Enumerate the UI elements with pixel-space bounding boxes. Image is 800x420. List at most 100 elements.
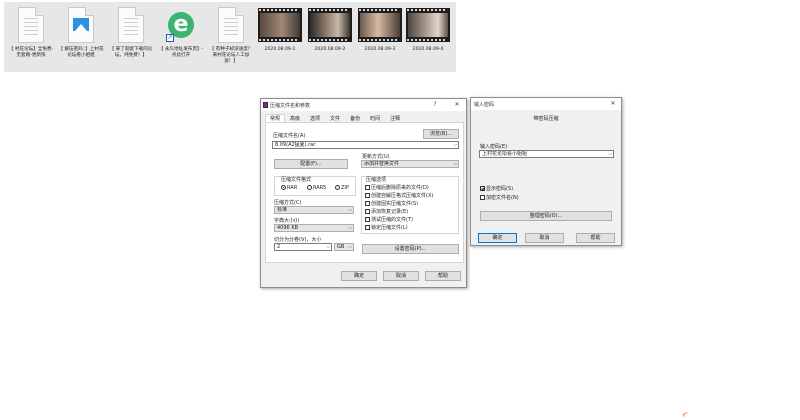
desktop-file-area: 【 村花论坛】全免费-无套路-更新快 【 解压密码：】上村花论坛看小姐姐 【 来… [4,2,456,72]
encrypt-filenames-checkbox[interactable]: 加密文件名(N) [480,194,519,201]
text-document-icon [115,6,147,44]
checkbox-box [365,201,370,206]
archive-dialog: 压缩文件名和参数 ? ✕ 常规 高级 选项 文件 备份 时间 注释 压缩文件名(… [260,98,467,288]
video-thumbnail-icon [258,6,302,44]
file-label: 【 有种子却没速度？来村花论坛人工加速！】 [209,47,253,64]
file-label: 【 来了就能下载的论坛，纯免费！】 [109,47,153,58]
file-label: 2020.08.09-3 [364,47,396,52]
profiles-button[interactable]: 配置(F)... [274,159,348,169]
file-item[interactable]: 【 来了就能下载的论坛，纯免费！】 [108,6,154,72]
password-dialog-titlebar[interactable]: 输入密码 ✕ [471,98,621,110]
chevron-down-icon: ⌵ [608,151,612,157]
checkbox-box [480,186,485,191]
text-document-icon [15,6,47,44]
file-label: 2020.08.09-2 [314,47,346,52]
update-mode-select[interactable]: 添加并替换文件 ⌵ [361,160,459,168]
radio-rar5-label: RAR5 [313,185,327,191]
archive-name-field[interactable]: 8.09(A2猛夏).rar ⌵ [272,141,459,149]
dict-size-value: 4096 KB [277,225,299,231]
split-unit-select[interactable]: GB ⌵ [334,243,354,251]
file-item[interactable]: 2020.08.09-4 [404,6,452,72]
option-test-files[interactable]: 测试压缩的文件(T) [365,216,413,223]
file-label: 【 村花论坛】全免费-无套路-更新快 [8,47,54,58]
radio-zip[interactable]: ZIP [335,185,349,191]
option-label: 锁定压缩文件(L) [371,225,408,231]
archive-options-label: 压缩选项 [366,177,387,183]
tray-mark-icon [682,412,689,417]
set-password-button[interactable]: 设置密码(P)... [362,244,459,254]
cancel-button[interactable]: 取消 [525,233,564,243]
radio-zip-label: ZIP [341,185,349,191]
file-item[interactable]: 2020.08.09-3 [356,6,404,72]
option-label: 压缩后删除原来的文件(D) [371,185,429,191]
archive-dialog-titlebar[interactable]: 压缩文件名和参数 ? ✕ [261,99,466,111]
radio-dot [307,185,312,190]
split-size-field[interactable]: 2 ⌵ [274,243,332,251]
split-unit-value: GB [337,244,345,250]
password-value: 上村花论坛看小姐姐 [482,151,528,157]
video-thumbnail-icon [308,6,352,44]
file-item[interactable]: 2020.08.09-1 [256,6,304,72]
file-item[interactable]: 【 村花论坛】全免费-无套路-更新快 [8,6,54,72]
chevron-down-icon: ⌵ [453,142,457,148]
chevron-down-icon: ⌵ [348,244,352,250]
checkbox-box [365,185,370,190]
file-label: 2020.08.09-4 [412,47,444,52]
method-select[interactable]: 标准 ⌵ [274,206,354,214]
ok-button[interactable]: 确定 [478,233,517,243]
password-field[interactable]: 上村花论坛看小姐姐 ⌵ [479,150,614,158]
browse-button[interactable]: 浏览(B)... [423,129,459,139]
dict-size-label: 字典大小(I) [274,218,300,224]
radio-rar5[interactable]: RAR5 [307,185,326,191]
checkbox-box [365,209,370,214]
method-value: 标准 [277,207,288,213]
checkbox-box [365,193,370,198]
ok-button[interactable]: 确定 [341,271,377,281]
file-label: 2020.08.09-1 [264,47,296,52]
update-mode-value: 添加并替换文件 [364,161,400,167]
video-thumbnail-icon [406,6,450,44]
checkbox-box [365,225,370,230]
archive-name-value: 8.09(A2猛夏).rar [275,142,316,148]
video-thumbnail-icon [358,6,402,44]
radio-rar[interactable]: RAR [281,185,297,191]
option-lock-archive[interactable]: 锁定压缩文件(L) [365,224,408,231]
chevron-down-icon: ⌵ [326,244,330,250]
chevron-down-icon: ⌵ [348,207,352,213]
cancel-button[interactable]: 取消 [383,271,419,281]
organize-passwords-button[interactable]: 整理密码(O)... [480,211,612,221]
dict-size-select[interactable]: 4096 KB ⌵ [274,224,354,232]
password-dialog: 输入密码 ✕ 带密码压缩 输入密码(E) 上村花论坛看小姐姐 ⌵ 显示密码(S)… [470,97,622,246]
help-button[interactable]: 帮助 [425,271,461,281]
file-item[interactable]: e ↗ 【 永久地址发布页】-点此打开 [158,6,204,72]
file-item[interactable]: 【 有种子却没速度？来村花论坛人工加速！】 [208,6,254,72]
file-label: 【 解压密码：】上村花论坛看小姐姐 [58,47,104,58]
chevron-down-icon: ⌵ [348,225,352,231]
radio-rar-label: RAR [287,185,298,191]
show-password-label: 显示密码(S) [486,186,514,192]
show-password-checkbox[interactable]: 显示密码(S) [480,185,513,192]
password-dialog-heading: 带密码压缩 [533,116,559,122]
help-button[interactable]: 帮助 [576,233,615,243]
option-solid[interactable]: 创建固实压缩文件(S) [365,200,418,207]
password-dialog-title: 输入密码 [474,102,495,108]
split-volume-label: 切分为分卷(V)，大小 [274,237,322,243]
file-label: 【 永久地址发布页】-点此打开 [158,47,204,58]
option-recovery-record[interactable]: 添加恢复记录(E) [365,208,408,215]
file-item[interactable]: 【 解压密码：】上村花论坛看小姐姐 [58,6,104,72]
close-icon[interactable]: ✕ [608,99,618,109]
option-label: 创建固实压缩文件(S) [371,201,419,207]
option-label: 测试压缩的文件(T) [371,217,413,223]
close-icon[interactable]: ✕ [452,100,462,110]
update-mode-label: 更新方式(U) [362,154,390,160]
option-create-sfx[interactable]: 创建自解压格式压缩文件(X) [365,192,433,199]
general-panel: 压缩文件名(A) 浏览(B)... 8.09(A2猛夏).rar ⌵ 配置(F)… [265,122,464,263]
option-delete-after[interactable]: 压缩后删除原来的文件(D) [365,184,429,191]
winrar-icon [263,102,268,108]
checkbox-box [365,217,370,222]
chevron-down-icon: ⌵ [453,161,457,167]
help-icon[interactable]: ? [430,100,440,110]
file-item[interactable]: 2020.08.09-2 [306,6,354,72]
image-file-icon [65,6,97,44]
radio-dot [281,185,286,190]
